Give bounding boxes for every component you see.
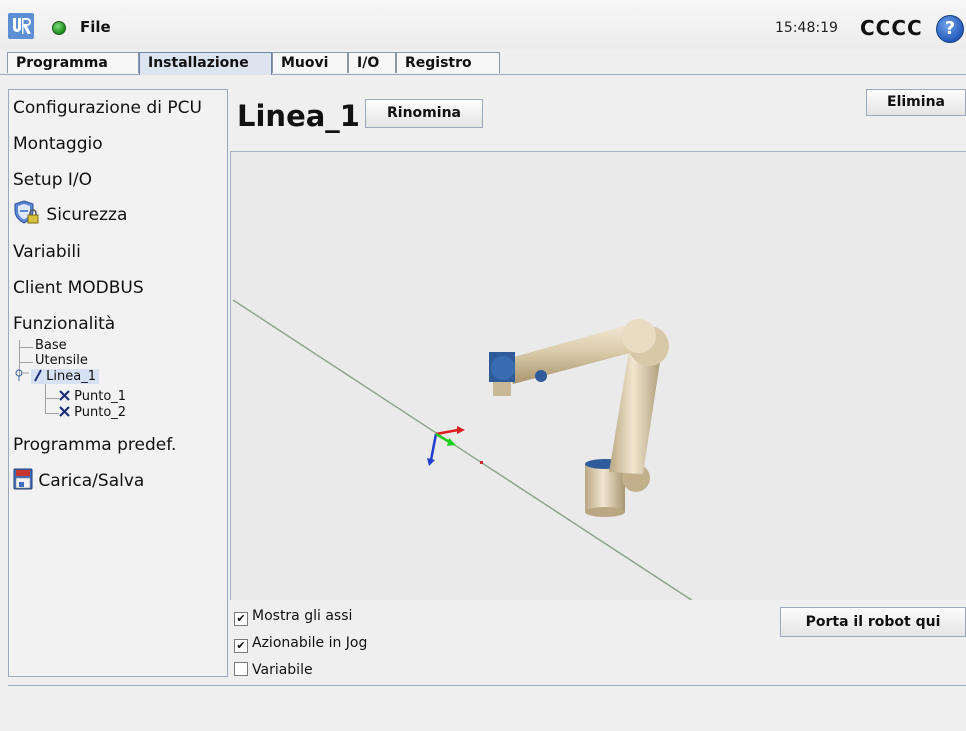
- sidebar-item-sicurezza[interactable]: Sicurezza: [13, 200, 127, 226]
- checkbox-label: Mostra gli assi: [252, 608, 353, 624]
- sidebar-item-programma-predef[interactable]: Programma predef.: [13, 435, 176, 455]
- robot-3d-view[interactable]: [230, 151, 966, 600]
- tab-registro[interactable]: Registro: [396, 52, 500, 73]
- sidebar-item-montaggio[interactable]: Montaggio: [13, 134, 103, 154]
- tree-connector: [45, 413, 59, 414]
- help-icon[interactable]: ?: [936, 15, 964, 43]
- sidebar-item-label: Sicurezza: [46, 205, 128, 225]
- checkbox-box[interactable]: [234, 662, 248, 676]
- rename-button[interactable]: Rinomina: [365, 99, 483, 128]
- variable-checkbox[interactable]: Variabile: [234, 662, 313, 678]
- checkbox-label: Azionabile in Jog: [252, 635, 368, 651]
- point-feature-icon: [59, 390, 70, 401]
- tree-connector: [19, 347, 33, 348]
- tree-item-label: Linea_1: [46, 369, 96, 384]
- checkbox-box[interactable]: ✔: [234, 639, 248, 653]
- tree-item-label: Punto_2: [74, 405, 127, 420]
- delete-button[interactable]: Elimina: [866, 89, 966, 116]
- sidebar-item-setup-io[interactable]: Setup I/O: [13, 170, 92, 190]
- sidebar-item-pcu[interactable]: Configurazione di PCU: [13, 98, 202, 118]
- installation-sidebar: Configurazione di PCU Montaggio Setup I/…: [8, 89, 228, 677]
- tab-io[interactable]: I/O: [348, 52, 396, 73]
- checkbox-label: Variabile: [252, 662, 313, 678]
- divider: [8, 685, 966, 686]
- sidebar-item-modbus[interactable]: Client MODBUS: [13, 278, 144, 298]
- shield-lock-icon: [14, 200, 39, 224]
- jog-enabled-checkbox[interactable]: ✔ Azionabile in Jog: [234, 635, 367, 653]
- robot-name: CCCC: [860, 16, 923, 40]
- page-title: Linea_1: [237, 99, 360, 133]
- tree-item-utensile[interactable]: Utensile: [35, 353, 88, 368]
- sidebar-item-label: Carica/Salva: [38, 471, 145, 491]
- feature-header: Linea_1 Rinomina Elimina: [230, 89, 966, 151]
- tree-item-label: Punto_1: [74, 389, 127, 404]
- robot-status-icon: [52, 21, 66, 35]
- file-menu[interactable]: File: [80, 18, 111, 36]
- tree-expand-icon[interactable]: [15, 369, 29, 385]
- point-feature-icon: [59, 406, 70, 417]
- robot-scene-icon: [232, 299, 693, 600]
- ur-logo-icon: [8, 13, 34, 39]
- tree-connector: [19, 362, 33, 363]
- main-tabs: Programma Installazione Muovi I/O Regist…: [0, 52, 966, 75]
- tree-item-linea-1[interactable]: Linea_1: [31, 369, 99, 384]
- tab-muovi[interactable]: Muovi: [272, 52, 348, 73]
- tree-item-punto-2[interactable]: Punto_2: [59, 405, 126, 420]
- show-axes-checkbox[interactable]: ✔ Mostra gli assi: [234, 608, 352, 626]
- sidebar-item-carica-salva[interactable]: Carica/Salva: [13, 468, 144, 491]
- tree-item-base[interactable]: Base: [35, 338, 67, 353]
- tree-connector: [45, 398, 59, 399]
- line-feature-icon: [34, 369, 42, 382]
- move-robot-here-button[interactable]: Porta il robot qui: [780, 607, 966, 637]
- checkbox-box[interactable]: ✔: [234, 612, 248, 626]
- tree-item-punto-1[interactable]: Punto_1: [59, 389, 126, 404]
- sidebar-item-variabili[interactable]: Variabili: [13, 242, 81, 262]
- tab-installazione[interactable]: Installazione: [139, 52, 272, 75]
- sidebar-item-funzionalita[interactable]: Funzionalità: [13, 314, 115, 334]
- floppy-disk-icon: [13, 468, 33, 490]
- top-bar: File 15:48:19 CCCC ?: [0, 0, 966, 50]
- tab-programma[interactable]: Programma: [7, 52, 139, 73]
- clock: 15:48:19: [775, 20, 838, 36]
